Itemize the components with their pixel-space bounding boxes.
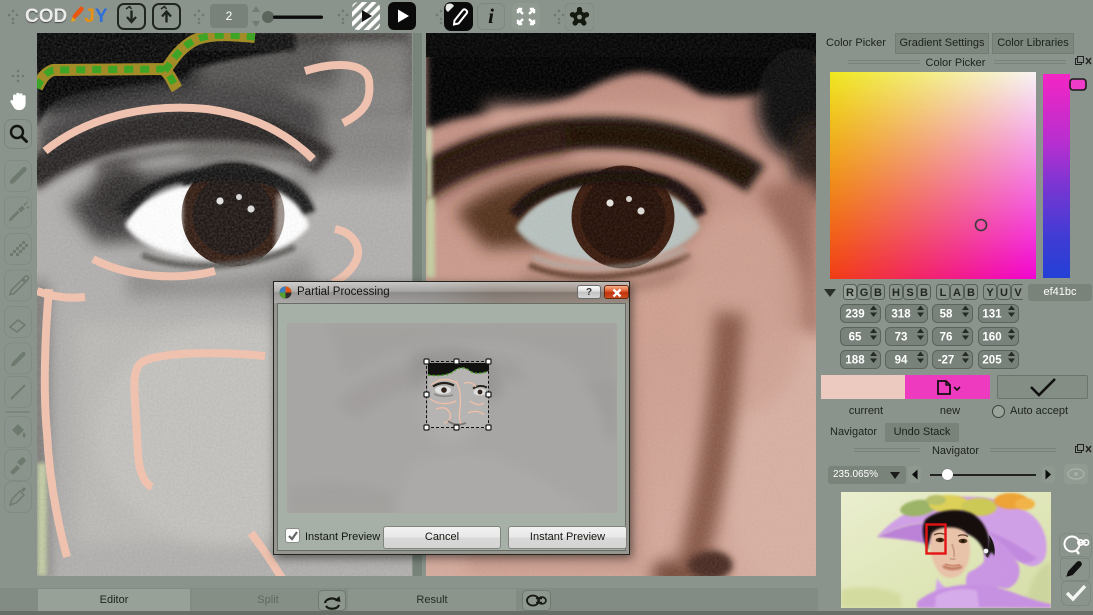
svg-text:V: V (1014, 287, 1022, 299)
svg-text:-27: -27 (938, 355, 955, 367)
svg-text:160: 160 (982, 332, 1001, 344)
svg-text:R: R (846, 287, 854, 299)
svg-text:B: B (920, 287, 928, 299)
svg-text:94: 94 (895, 355, 908, 367)
svg-text:58: 58 (940, 309, 953, 321)
svg-text:L: L (940, 287, 947, 299)
svg-text:188: 188 (845, 355, 865, 367)
svg-text:Y: Y (986, 287, 994, 299)
svg-text:B: B (874, 287, 882, 299)
svg-text:H: H (892, 287, 900, 299)
svg-text:S: S (906, 287, 913, 299)
svg-text:73: 73 (895, 332, 908, 344)
svg-text:205: 205 (982, 355, 1002, 367)
svg-text:239: 239 (845, 309, 864, 321)
svg-text:A: A (953, 287, 961, 299)
svg-text:131: 131 (982, 309, 1002, 321)
svg-text:76: 76 (940, 332, 953, 344)
svg-text:U: U (1000, 287, 1008, 299)
svg-text:65: 65 (849, 332, 862, 344)
svg-text:G: G (860, 287, 869, 299)
svg-text:B: B (967, 287, 975, 299)
svg-text:318: 318 (891, 309, 911, 321)
